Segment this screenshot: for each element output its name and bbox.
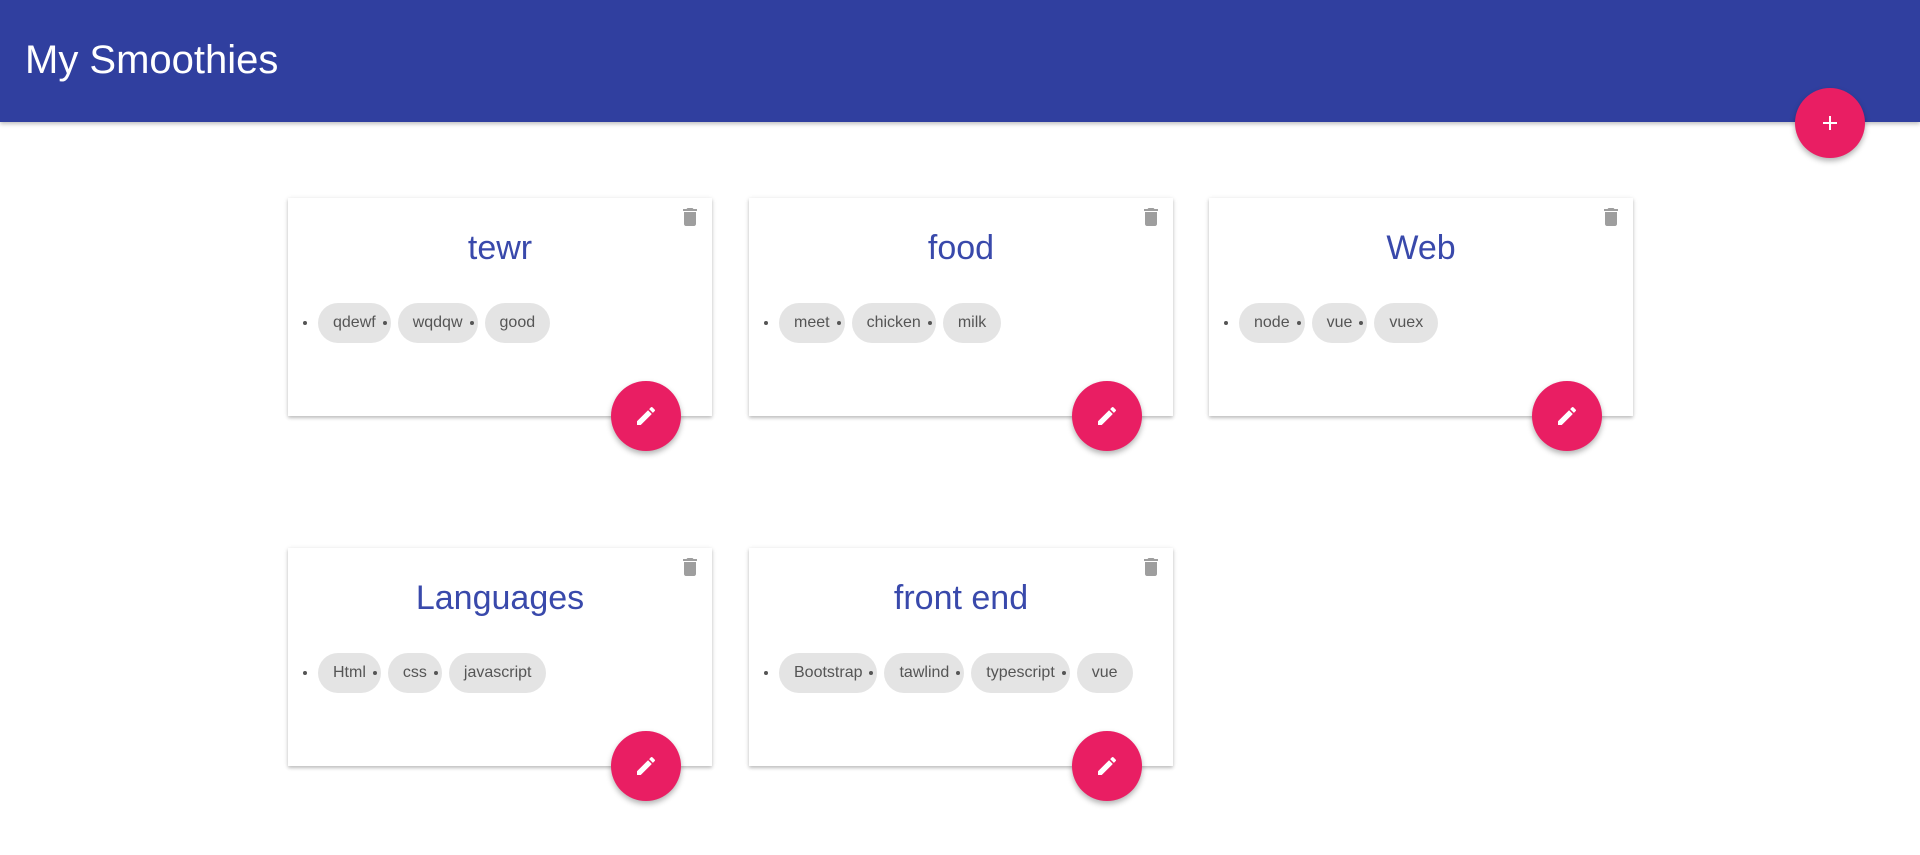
- trash-icon[interactable]: [1599, 205, 1623, 229]
- pencil-icon: [1098, 756, 1117, 775]
- pencil-icon: [1558, 406, 1577, 425]
- trash-icon[interactable]: [1139, 205, 1163, 229]
- navbar: My Smoothies: [0, 0, 1920, 122]
- edit-button[interactable]: [1532, 381, 1602, 451]
- smoothie-title: Languages: [415, 579, 585, 617]
- smoothie-title: Web: [1386, 229, 1456, 267]
- smoothie-card: Languages Html css javascript: [288, 548, 712, 801]
- ingredient-chip: typescript: [971, 653, 1070, 693]
- smoothie-title: tewr: [467, 229, 533, 267]
- ingredient-list: meet chicken milk: [779, 303, 1002, 343]
- ingredient-chip: wqdqw: [397, 303, 478, 343]
- ingredient-chip: vue: [1076, 653, 1133, 693]
- pencil-icon: [637, 406, 656, 425]
- ingredient-chip: vuex: [1374, 303, 1439, 343]
- edit-button[interactable]: [611, 381, 681, 451]
- trash-icon[interactable]: [678, 555, 702, 579]
- ingredient-list: node vue vuex: [1239, 303, 1439, 343]
- smoothie-title: front end: [893, 579, 1029, 617]
- pencil-icon: [637, 756, 656, 775]
- pencil-icon: [1098, 406, 1117, 425]
- add-smoothie-button[interactable]: [1795, 88, 1865, 158]
- plus-icon: [1823, 116, 1837, 130]
- trash-icon[interactable]: [1139, 555, 1163, 579]
- trash-icon[interactable]: [678, 205, 702, 229]
- smoothie-card: Web node vue vuex: [1209, 198, 1633, 451]
- edit-button[interactable]: [611, 731, 681, 801]
- ingredient-chip: tawlind: [884, 653, 965, 693]
- ingredient-chip: Bootstrap: [779, 653, 878, 693]
- smoothie-title: food: [927, 229, 995, 267]
- edit-button[interactable]: [1072, 381, 1142, 451]
- brand-title[interactable]: My Smoothies: [25, 38, 278, 82]
- edit-button[interactable]: [1072, 731, 1142, 801]
- smoothie-card: food meet chicken milk: [749, 198, 1173, 451]
- ingredient-chip: chicken: [851, 303, 936, 343]
- ingredient-list: qdewf wqdqw good: [318, 303, 551, 343]
- smoothie-card: front end Bootstrap tawlind typescript v…: [749, 548, 1173, 801]
- ingredient-chip: milk: [942, 303, 1002, 343]
- ingredient-chip: qdewf: [318, 303, 391, 343]
- ingredient-list: Html css javascript: [318, 653, 547, 693]
- ingredient-list: Bootstrap tawlind typescript vue: [779, 653, 1133, 693]
- ingredient-chip: good: [484, 303, 551, 343]
- smoothie-card: tewr qdewf wqdqw good: [288, 198, 712, 451]
- ingredient-chip: javascript: [448, 653, 547, 693]
